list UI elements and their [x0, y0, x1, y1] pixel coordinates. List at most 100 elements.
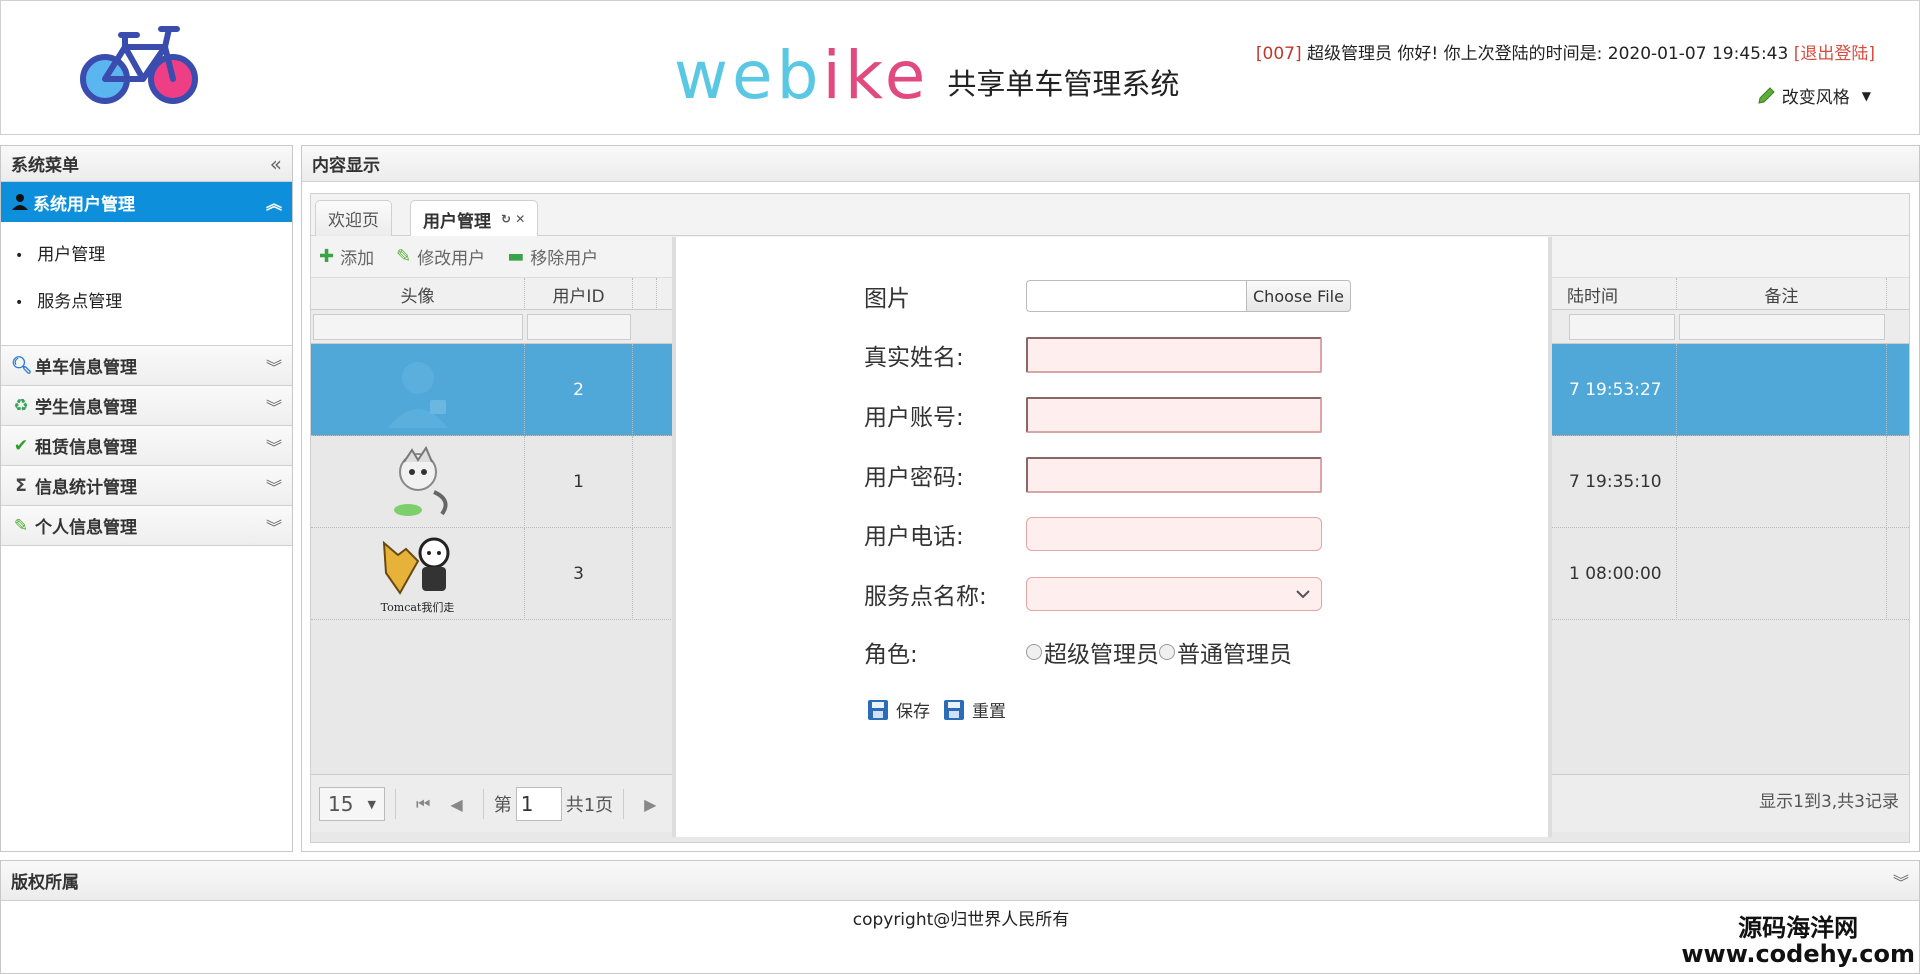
page-size-value: 15	[328, 792, 354, 816]
file-name-box[interactable]	[1026, 280, 1246, 312]
realname-row: 真实姓名:	[864, 337, 1322, 373]
pencil-icon: ✎	[13, 515, 29, 536]
password-input[interactable]	[1026, 457, 1322, 493]
submenu-service-point[interactable]: 服务点管理	[15, 287, 292, 312]
save-icon	[944, 699, 964, 720]
tab-user-management-label: 用户管理	[423, 211, 491, 232]
phone-label: 用户电话:	[864, 524, 964, 550]
system-menu-title: 系统菜单	[11, 156, 79, 176]
chevron-down-icon: ︾	[265, 397, 282, 417]
last-login-time: 2020-01-07 19:45:43	[1607, 44, 1789, 64]
refresh-tab-icon[interactable]: ↻	[501, 212, 511, 226]
submenu-user-management[interactable]: 用户管理	[15, 240, 292, 265]
menu-group-user-admin[interactable]: 系统用户管理 ︽	[1, 182, 292, 222]
change-style-dropdown[interactable]: 改变风格 ▼	[1756, 83, 1871, 108]
avatar-cell	[311, 344, 525, 436]
prev-page-icon[interactable]: ◀	[450, 795, 462, 814]
column-header-user-id[interactable]: 用户ID	[525, 278, 633, 310]
choose-file-button[interactable]: Choose File	[1246, 280, 1351, 312]
page-total: 共1页	[565, 795, 614, 816]
filter-note[interactable]	[1679, 314, 1885, 340]
refresh-icon: ♻	[13, 395, 29, 416]
password-label: 用户密码:	[864, 465, 964, 491]
account-label: 用户账号:	[864, 405, 964, 431]
menu-group-student-info[interactable]: ♻ 学生信息管理 ︾	[1, 386, 292, 426]
page-number-input[interactable]	[515, 787, 562, 821]
edit-user-label: 修改用户	[417, 249, 486, 269]
menu-group-statistics[interactable]: Σ 信息统计管理 ︾	[1, 466, 292, 506]
phone-input[interactable]	[1026, 517, 1322, 551]
filter-avatar[interactable]	[313, 314, 523, 340]
chevron-down-icon: ︾	[265, 517, 282, 537]
column-header-note[interactable]: 备注	[1677, 278, 1887, 310]
note-cell	[1677, 344, 1887, 436]
reset-button[interactable]: 重置	[944, 697, 1006, 722]
menu-group-statistics-label: 信息统计管理	[35, 478, 137, 498]
sigma-icon: Σ	[15, 475, 27, 496]
tomcat-caption: Tomcat我们走	[380, 601, 455, 614]
column-header-login-time[interactable]: 陆时间	[1567, 278, 1677, 310]
pager-controls: 15 ▼ ⏮ ◀ 第 共1页 ▶	[319, 787, 666, 821]
edit-user-button[interactable]: ✎ 修改用户	[396, 244, 485, 269]
user-id-cell: 3	[525, 528, 633, 620]
login-time-cell: 7 19:35:10	[1567, 436, 1677, 528]
chevron-down-icon	[1296, 590, 1310, 599]
role-row: 角色: 超级管理员 普通管理员	[864, 635, 1292, 669]
chevron-down-icon: ︾	[265, 437, 282, 457]
menu-group-personal-info[interactable]: ✎ 个人信息管理 ︾	[1, 506, 292, 546]
check-icon: ✔	[13, 435, 29, 456]
phone-row: 用户电话:	[864, 517, 1322, 551]
remove-user-label: 移除用户	[530, 249, 599, 269]
menu-group-rental-info[interactable]: ✔ 租赁信息管理 ︾	[1, 426, 292, 466]
user-id-cell: 2	[525, 344, 633, 436]
realname-input[interactable]	[1026, 337, 1322, 373]
role-radio-group: 超级管理员 普通管理员	[1026, 635, 1292, 669]
avatar	[387, 362, 448, 428]
caret-down-icon: ▼	[1861, 88, 1871, 103]
footer-title: 版权所属	[11, 873, 79, 893]
save-button[interactable]: 保存	[868, 697, 930, 722]
page-size-select[interactable]: 15 ▼	[319, 787, 385, 821]
pager-summary: 显示1到3,共3记录	[1759, 792, 1899, 812]
first-page-icon[interactable]: ⏮	[416, 794, 430, 814]
caret-down-icon: ▼	[367, 797, 376, 811]
tab-user-management[interactable]: 用户管理 ↻ ✕	[410, 200, 539, 237]
logout-link[interactable]: [退出登陆]	[1794, 44, 1875, 64]
copyright-text: copyright@归世界人民所有	[852, 910, 1070, 930]
filter-login-time[interactable]	[1569, 314, 1675, 340]
menu-group-user-admin-label: 系统用户管理	[33, 194, 135, 215]
search-icon: 🔍︎	[11, 355, 33, 376]
role-super-admin-radio[interactable]	[1026, 644, 1042, 660]
menu-group-bike-info[interactable]: 🔍︎ 单车信息管理 ︾	[1, 346, 292, 386]
column-header-hidden	[633, 278, 657, 310]
filter-user-id[interactable]	[527, 314, 631, 340]
bike-logo-icon	[80, 26, 198, 104]
dialog-buttons: 保存 重置	[868, 697, 1020, 722]
service-point-label: 服务点名称:	[864, 584, 987, 610]
account-input[interactable]	[1026, 397, 1322, 433]
column-header-avatar[interactable]: 头像	[311, 278, 525, 310]
account-row: 用户账号:	[864, 397, 1322, 433]
password-row: 用户密码:	[864, 457, 1322, 493]
site-watermark: 源码海洋网 www.codehy.com	[1681, 915, 1915, 968]
close-tab-icon[interactable]: ✕	[515, 212, 525, 226]
chevron-down-icon: ︾	[265, 357, 282, 377]
note-cell	[1677, 528, 1887, 620]
remove-user-button[interactable]: ▬ 移除用户	[507, 244, 598, 269]
role-normal-admin-radio[interactable]	[1159, 644, 1175, 660]
tab-welcome[interactable]: 欢迎页	[315, 200, 392, 236]
add-user-button[interactable]: ✚ 添加	[319, 244, 374, 269]
user-id-cell: 1	[525, 436, 633, 528]
service-point-select[interactable]	[1026, 577, 1322, 611]
avatar-cell: Tomcat我们走	[311, 528, 525, 620]
user-icon	[12, 194, 28, 210]
next-page-icon[interactable]: ▶	[644, 795, 656, 814]
chevron-down-icon: ︾	[265, 477, 282, 497]
change-style-label: 改变风格	[1781, 88, 1850, 108]
chevron-down-icon[interactable]: ︾	[1893, 869, 1909, 893]
brand-logo-text: webike	[674, 37, 930, 114]
watermark-cn: 源码海洋网	[1738, 914, 1859, 942]
add-user-label: 添加	[340, 249, 375, 269]
collapse-left-icon[interactable]: «	[270, 152, 282, 176]
avatar-cell	[311, 436, 525, 528]
